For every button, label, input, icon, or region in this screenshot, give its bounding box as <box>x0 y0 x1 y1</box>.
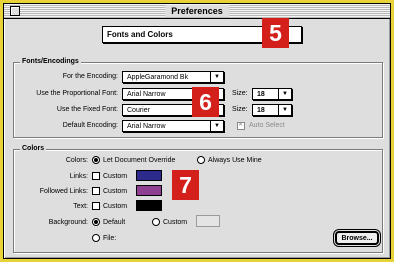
encoding-popup-value: AppleGaramond Bk <box>127 74 189 81</box>
override-radio[interactable] <box>92 156 100 164</box>
followed-custom-checkbox[interactable] <box>92 187 100 195</box>
proportional-size-label: Size: <box>232 90 248 97</box>
default-encoding-label: Default Encoding: <box>62 122 118 129</box>
bg-default-radio[interactable] <box>92 218 100 226</box>
text-custom-checkbox[interactable] <box>92 202 100 210</box>
colors-label: Colors: <box>65 157 88 164</box>
text-color-label: Text: <box>73 203 88 210</box>
followed-custom-label: Custom <box>103 188 128 195</box>
always-use-mine-label: Always Use Mine <box>208 157 262 164</box>
proportional-font-label: Use the Proportional Font: <box>36 90 118 97</box>
chevron-down-icon: ▼ <box>278 105 291 115</box>
auto-select-checkbox[interactable] <box>237 121 245 130</box>
text-color-swatch[interactable] <box>136 200 162 211</box>
bg-file-label: File: <box>103 235 117 242</box>
proportional-size-popup[interactable]: 18 ▼ <box>252 88 292 100</box>
followed-links-label: Followed Links: <box>39 188 88 195</box>
bg-color-swatch[interactable] <box>196 215 220 227</box>
links-label: Links: <box>69 173 88 180</box>
callout-6: 6 <box>192 87 219 117</box>
window-title: Preferences <box>165 5 229 17</box>
followed-color-swatch[interactable] <box>136 185 162 196</box>
title-bar[interactable]: Preferences <box>4 4 390 19</box>
bg-custom-radio[interactable] <box>152 218 160 226</box>
chevron-down-icon: ▼ <box>278 89 291 99</box>
colors-group-title: Colors <box>20 144 47 154</box>
close-box[interactable] <box>10 6 20 16</box>
fixed-size-popup[interactable]: 18 ▼ <box>252 104 292 116</box>
callout-5: 5 <box>262 18 289 48</box>
bg-custom-label: Custom <box>163 219 188 226</box>
chevron-down-icon: ▼ <box>210 121 223 131</box>
bg-file-radio[interactable] <box>92 234 100 242</box>
proportional-font-value: Arial Narrow <box>127 91 166 98</box>
fixed-size-label: Size: <box>232 106 248 113</box>
bg-default-label: Default <box>103 219 126 226</box>
preferences-window: Preferences Fonts and Colors Fonts/Encod… <box>3 3 391 259</box>
encoding-popup[interactable]: AppleGaramond Bk ▼ <box>122 71 224 83</box>
links-custom-label: Custom <box>103 173 128 180</box>
auto-select-label: Auto Select <box>249 122 285 129</box>
section-popup-value: Fonts and Colors <box>107 30 173 39</box>
callout-7: 7 <box>172 170 199 200</box>
text-custom-label: Custom <box>103 203 128 210</box>
browse-button[interactable]: Browse... <box>335 231 379 245</box>
fonts-group-title: Fonts/Encodings <box>20 57 81 67</box>
fixed-font-label: Use the Fixed Font: <box>56 106 118 113</box>
default-encoding-value: Arial Narrow <box>127 123 166 130</box>
fixed-size-value: 18 <box>257 107 265 114</box>
chevron-down-icon: ▼ <box>210 72 223 82</box>
default-encoding-popup[interactable]: Arial Narrow ▼ <box>122 120 224 132</box>
background-label: Background: <box>48 219 88 226</box>
override-radio-label: Let Document Override <box>103 157 176 164</box>
proportional-size-value: 18 <box>257 91 265 98</box>
fixed-font-value: Courier <box>127 107 150 114</box>
encoding-label: For the Encoding: <box>62 73 118 80</box>
links-color-swatch[interactable] <box>136 170 162 181</box>
always-use-mine-radio[interactable] <box>197 156 205 164</box>
links-custom-checkbox[interactable] <box>92 172 100 180</box>
